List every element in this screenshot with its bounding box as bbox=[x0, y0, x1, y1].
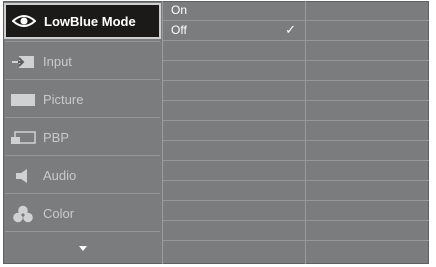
menu-item-label: Audio bbox=[43, 168, 77, 183]
option-off[interactable]: Off ✓ bbox=[163, 21, 305, 41]
option-label: Off bbox=[171, 23, 187, 37]
option-empty bbox=[163, 161, 305, 181]
submenu-row bbox=[306, 101, 429, 121]
triangle-down-icon bbox=[78, 245, 87, 251]
option-on[interactable]: On bbox=[163, 1, 305, 21]
submenu-row bbox=[306, 61, 429, 81]
option-empty bbox=[163, 101, 305, 121]
option-empty bbox=[163, 221, 305, 241]
submenu-row bbox=[306, 81, 429, 101]
option-empty bbox=[163, 61, 305, 81]
menu-item-pbp[interactable]: PBP bbox=[3, 119, 162, 156]
submenu-row bbox=[306, 221, 429, 241]
picture-icon bbox=[3, 93, 43, 107]
menu-item-label: LowBlue Mode bbox=[44, 13, 136, 29]
option-empty bbox=[163, 121, 305, 141]
menu-item-label: Color bbox=[43, 206, 75, 221]
eye-icon bbox=[4, 14, 44, 28]
menu-item-picture[interactable]: Picture bbox=[3, 81, 162, 118]
option-empty bbox=[163, 141, 305, 161]
option-label: On bbox=[171, 3, 188, 17]
pbp-icon bbox=[3, 130, 43, 145]
menu-item-label: PBP bbox=[43, 130, 70, 145]
submenu-column bbox=[306, 1, 429, 264]
more-items-button[interactable] bbox=[3, 234, 162, 262]
submenu-row bbox=[306, 181, 429, 201]
menu-item-color[interactable]: Color bbox=[3, 195, 162, 232]
submenu-row bbox=[306, 41, 429, 61]
osd-panel: LowBlue Mode Input Picture PBP Audio Col… bbox=[3, 1, 429, 264]
menu-item-label: Picture bbox=[43, 92, 84, 107]
submenu-row bbox=[306, 1, 429, 21]
color-icon bbox=[3, 205, 43, 223]
option-empty bbox=[163, 201, 305, 221]
menu-item-lowblue-mode[interactable]: LowBlue Mode bbox=[4, 3, 161, 39]
options-column: On Off ✓ bbox=[163, 1, 306, 264]
submenu-row bbox=[306, 141, 429, 161]
input-icon bbox=[3, 55, 43, 69]
option-empty bbox=[163, 181, 305, 201]
submenu-row bbox=[306, 201, 429, 221]
submenu-row bbox=[306, 21, 429, 41]
option-empty bbox=[163, 81, 305, 101]
option-empty bbox=[163, 41, 305, 61]
menu-item-label: Input bbox=[43, 54, 72, 69]
speaker-icon bbox=[3, 168, 43, 184]
check-icon: ✓ bbox=[285, 22, 296, 37]
menu-item-audio[interactable]: Audio bbox=[3, 157, 162, 194]
menu-item-input[interactable]: Input bbox=[3, 43, 162, 80]
submenu-row bbox=[306, 121, 429, 141]
main-menu: LowBlue Mode Input Picture PBP Audio Col… bbox=[3, 1, 163, 264]
submenu-row bbox=[306, 161, 429, 181]
